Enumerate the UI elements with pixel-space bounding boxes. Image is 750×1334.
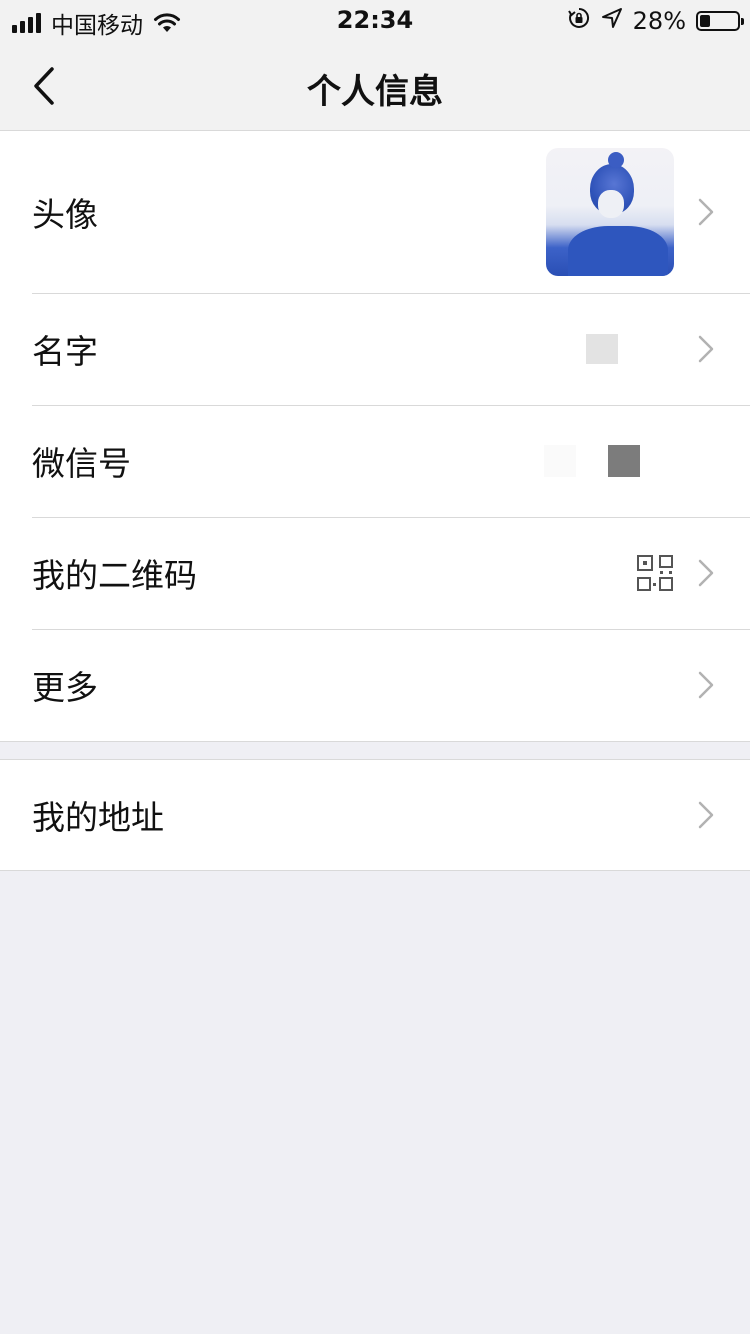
profile-info-group: 头像 名字 微信号 我的二维码 更多 [0,131,750,742]
status-bar: 中国移动 22:34 28% [0,0,750,40]
address-group: 我的地址 [0,759,750,871]
nav-bar: 个人信息 [0,40,750,131]
qr-code-row-label: 我的二维码 [32,556,197,595]
chevron-right-icon [698,801,714,829]
qr-code-row[interactable]: 我的二维码 [0,517,750,629]
wifi-icon [153,12,181,34]
battery-percent: 28% [632,7,686,35]
location-arrow-icon [601,7,623,35]
orientation-lock-icon [567,6,591,36]
carrier-label: 中国移动 [51,13,143,39]
status-left: 中国移动 [12,6,181,40]
address-row[interactable]: 我的地址 [0,760,750,870]
avatar [546,148,674,276]
signal-strength-icon [12,13,41,33]
more-row[interactable]: 更多 [0,629,750,741]
battery-level [700,15,711,27]
chevron-right-icon [698,559,714,587]
avatar-row-label: 头像 [32,195,98,234]
avatar-row[interactable]: 头像 [0,131,750,293]
more-row-label: 更多 [32,668,98,707]
qr-code-icon [636,554,674,592]
address-row-label: 我的地址 [32,798,164,837]
page-title: 个人信息 [307,72,443,112]
wechat-id-row[interactable]: 微信号 [0,405,750,517]
wechat-id-value-redacted [544,445,640,477]
chevron-right-icon [698,198,714,226]
chevron-right-icon [698,335,714,363]
battery-icon [696,11,744,31]
name-row[interactable]: 名字 [0,293,750,405]
name-value-redacted [586,334,618,364]
name-row-label: 名字 [32,332,98,371]
status-right: 28% [567,6,744,36]
chevron-right-icon [698,671,714,699]
wechat-id-row-label: 微信号 [32,444,131,483]
